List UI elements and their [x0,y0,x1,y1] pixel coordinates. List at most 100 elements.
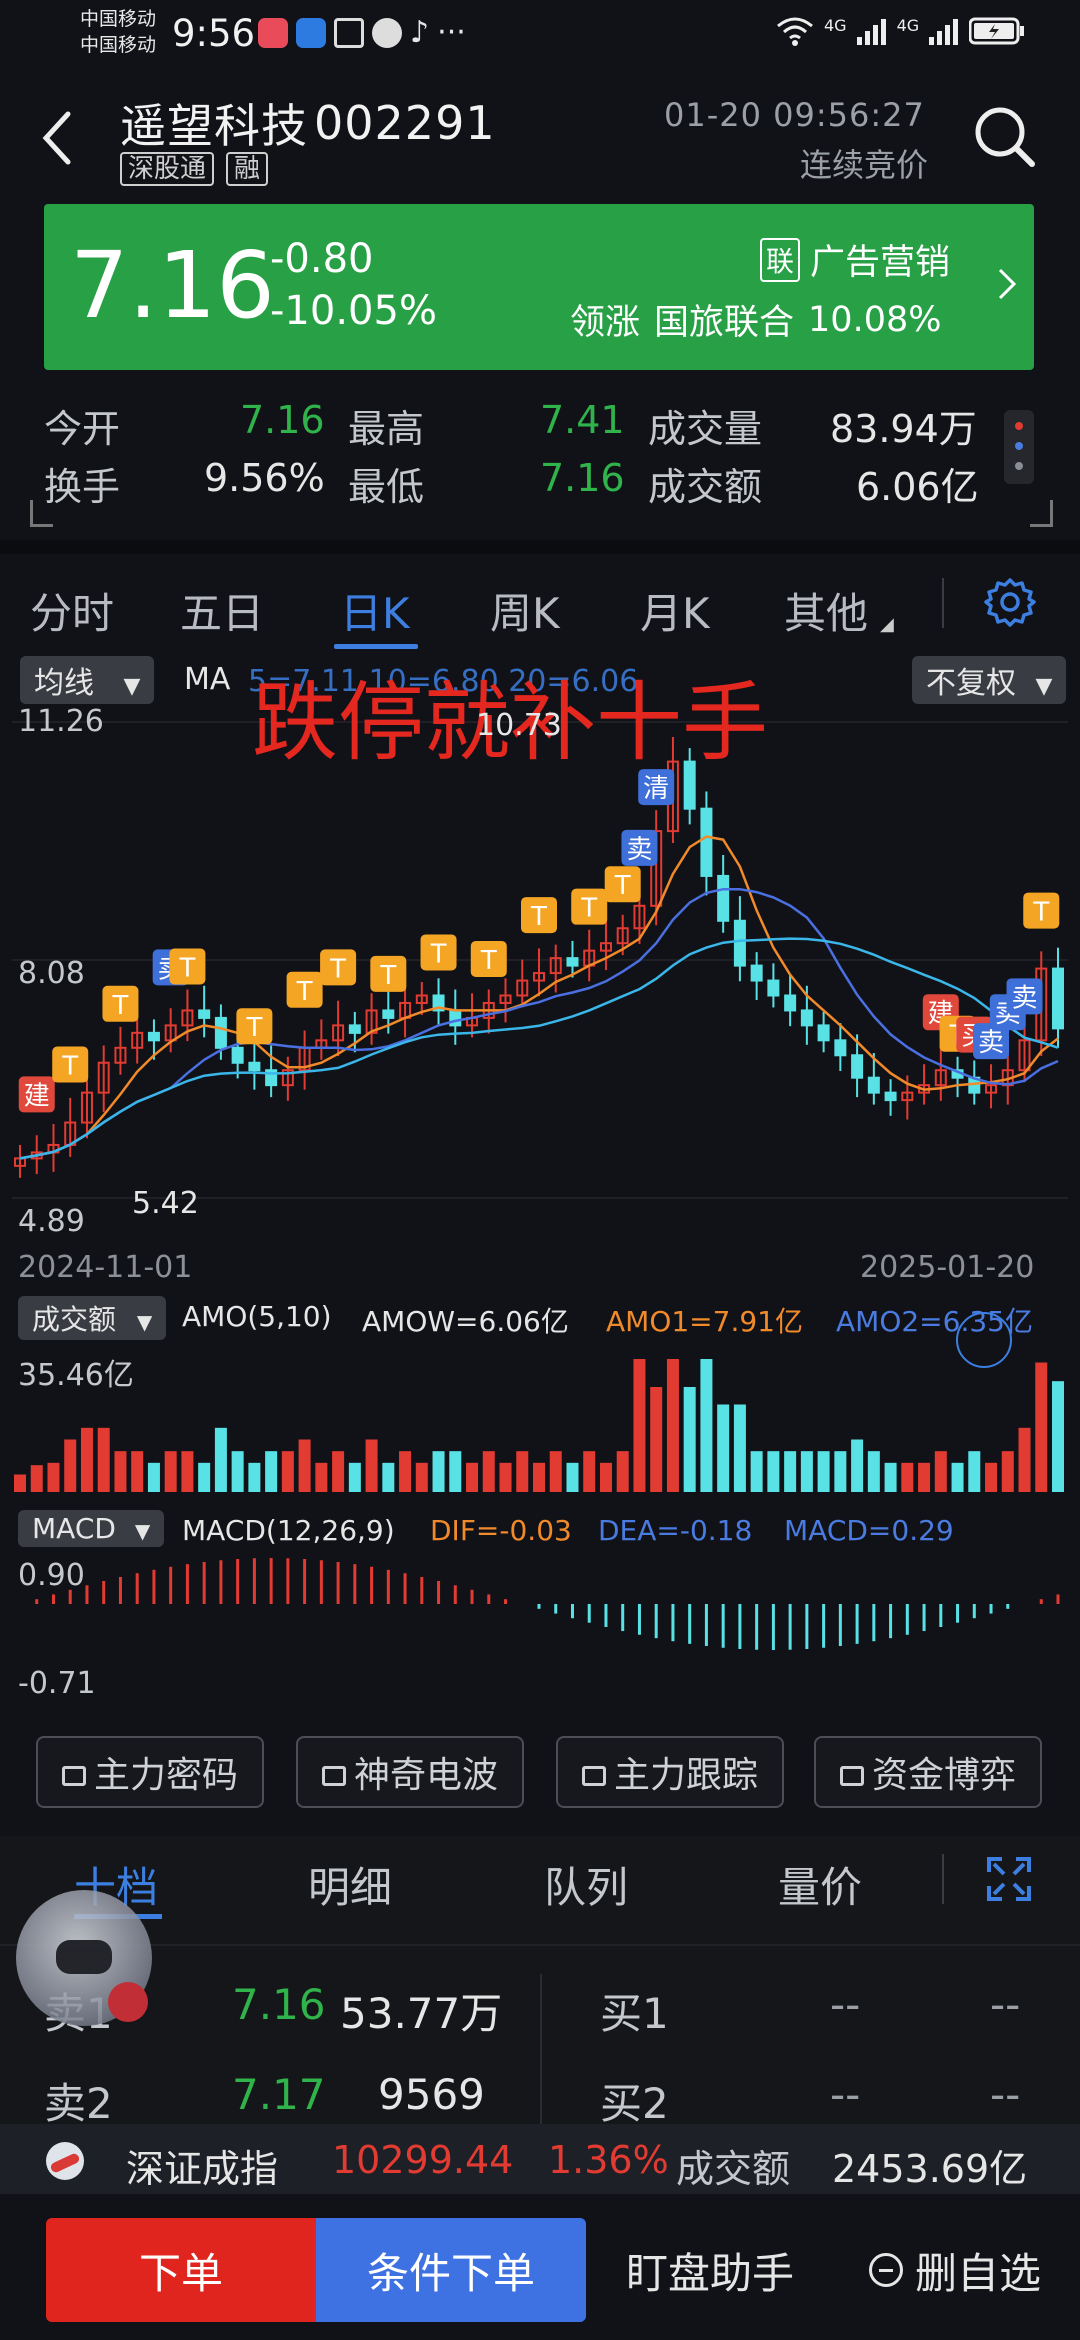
index-ticker-bar[interactable]: 深证成指 10299.44 1.36% 成交额 2453.69亿 [0,2124,1080,2194]
leader-pct: 10.08% [808,299,942,340]
tab-other[interactable]: 其他 [784,580,868,641]
signal-marker-label: 清 [643,774,669,804]
back-arrow-icon [42,111,71,165]
level-tabs: 十档 明细 队列 量价 [0,1836,1080,1924]
conditional-order-button[interactable]: 条件下单 [316,2218,586,2322]
lock-icon [839,1766,864,1786]
candle-body [231,1046,244,1064]
chevron-right-icon [996,264,1018,308]
dropdown-arrow-icon: ▼ [134,1519,151,1543]
chart-settings-button[interactable] [984,576,1036,638]
conditional-order-label: 条件下单 [366,2248,535,2298]
feature-capital-game[interactable]: 资金博弈 [814,1736,1042,1808]
feature-label: 主力密码 [93,1755,238,1796]
more-dots-button[interactable] [1004,410,1034,484]
bid2-label: 买2 [600,2079,669,2128]
tab-daily-k[interactable]: 日K [340,580,410,641]
volume-bar [800,1451,813,1492]
quote-datetime: 01-20 09:56:27 [664,96,925,134]
signal-marker-label: T [430,939,447,969]
bid2-volume: -- [990,2070,1021,2119]
volume-bar [164,1451,177,1492]
app-icon [296,18,326,48]
adjust-selector[interactable]: 不复权 ▼ [912,656,1067,704]
ma-label: MA [184,662,231,697]
tab-five-day[interactable]: 五日 [180,580,264,641]
volume-bar [968,1451,981,1492]
sector-name: 广告营销 [810,243,951,283]
current-price: 7.16 [70,232,275,339]
robot-face-icon [56,1940,112,1974]
volume-bar [499,1462,512,1492]
signal-marker-label: T [61,1052,78,1082]
kline-chart-panel[interactable]: 建TT卖TTTTTTTTTT卖清建T买卖卖卖T 均线 ▼ MA 5=7.11 1… [12,652,1068,1258]
candle-body [800,1009,813,1027]
feature-magic-wave[interactable]: 神奇电波 [296,1736,524,1808]
high-value: 7.41 [540,398,625,442]
back-button[interactable] [40,108,76,172]
watch-assistant-button[interactable]: 盯盘助手 [610,2218,810,2322]
amount-value: 6.06亿 [856,465,979,509]
fullscreen-button[interactable] [986,1856,1032,1912]
macd-panel[interactable]: MACD ▼ MACD(12,26,9) DIF=-0.03 DEA=-0.18… [12,1508,1068,1708]
trading-session: 连续竞价 [800,146,929,184]
volume-bar [867,1451,880,1492]
volume-bar [214,1427,227,1492]
search-button[interactable] [972,104,1038,174]
feature-main-tracking[interactable]: 主力跟踪 [556,1736,784,1808]
watch-assistant-label: 盯盘助手 [625,2248,794,2298]
notification-icons: ♪ ··· [258,18,466,48]
candle-body [851,1054,864,1079]
remove-watchlist-button[interactable]: 删自选 [850,2218,1060,2322]
volume-bar [834,1451,847,1492]
signal-marker-label: T [112,991,129,1021]
volume-bar [717,1404,730,1492]
feature-main-password[interactable]: 主力密码 [36,1736,264,1808]
volume-bar [315,1462,328,1492]
tab-monthly-k[interactable]: 月K [640,580,710,641]
volume-bar [147,1462,160,1492]
dropdown-triangle-icon: ◢ [880,614,894,635]
index-value: 10299.44 [332,2138,514,2182]
notification-badge [108,1982,148,2022]
volume-selector[interactable]: 成交额 ▼ [18,1296,167,1340]
turnover-value: 9.56% [204,456,325,500]
signal-marker-label: 卖 [978,1028,1004,1058]
macd-selector[interactable]: MACD ▼ [18,1510,165,1547]
volume-panel[interactable]: 成交额 ▼ AMO(5,10) AMOW=6.06亿 AMO1=7.91亿 AM… [12,1292,1068,1506]
assistant-avatar[interactable] [16,1890,152,2026]
stats-grid: 今开 7.16 最高 7.41 成交量 83.94万 换手 9.56% 最低 7… [44,388,1004,509]
sector-link[interactable]: 联 广告营销 [760,234,950,285]
candle-body [733,919,746,967]
carrier-1: 中国移动 [80,8,157,30]
carrier-2: 中国移动 [80,34,157,56]
tab-queue[interactable]: 队列 [544,1854,628,1915]
dropdown-arrow-icon: ▼ [136,1310,153,1334]
signal-marker-label: T [1032,898,1049,928]
price-banner[interactable]: 7.16 -0.80 -10.05% 联 广告营销 领涨 国旅联合 10.08% [44,204,1034,370]
ask1-price: 7.16 [232,1980,326,2029]
bid2-price: -- [830,2070,861,2119]
ma-selector[interactable]: 均线 ▼ [20,656,155,704]
bid1-price: -- [830,1980,861,2029]
tab-volume-price[interactable]: 量价 [778,1854,862,1915]
tab-detail[interactable]: 明细 [308,1854,392,1915]
expand-chart-icon[interactable] [956,1312,1012,1368]
open-value: 7.16 [240,398,325,442]
volume-bar [784,1451,797,1492]
volume-bar [566,1462,579,1492]
signal-marker-label: T [245,1013,262,1043]
order-button[interactable]: 下单 [46,2218,316,2322]
expand-icon [987,1857,1031,1901]
date-start: 2024-11-01 [18,1250,193,1285]
lock-icon [321,1766,346,1786]
signal-icon [929,17,959,49]
tab-intraday[interactable]: 分时 [30,580,114,641]
volume-bar [683,1387,696,1492]
volume-bar [901,1462,914,1492]
tab-weekly-k[interactable]: 周K [490,580,560,641]
index-amount-label: 成交额 [676,2147,791,2191]
candle-body [214,1016,227,1049]
signal-group: 4G 4G [776,16,1025,50]
volume-bar [80,1427,93,1492]
